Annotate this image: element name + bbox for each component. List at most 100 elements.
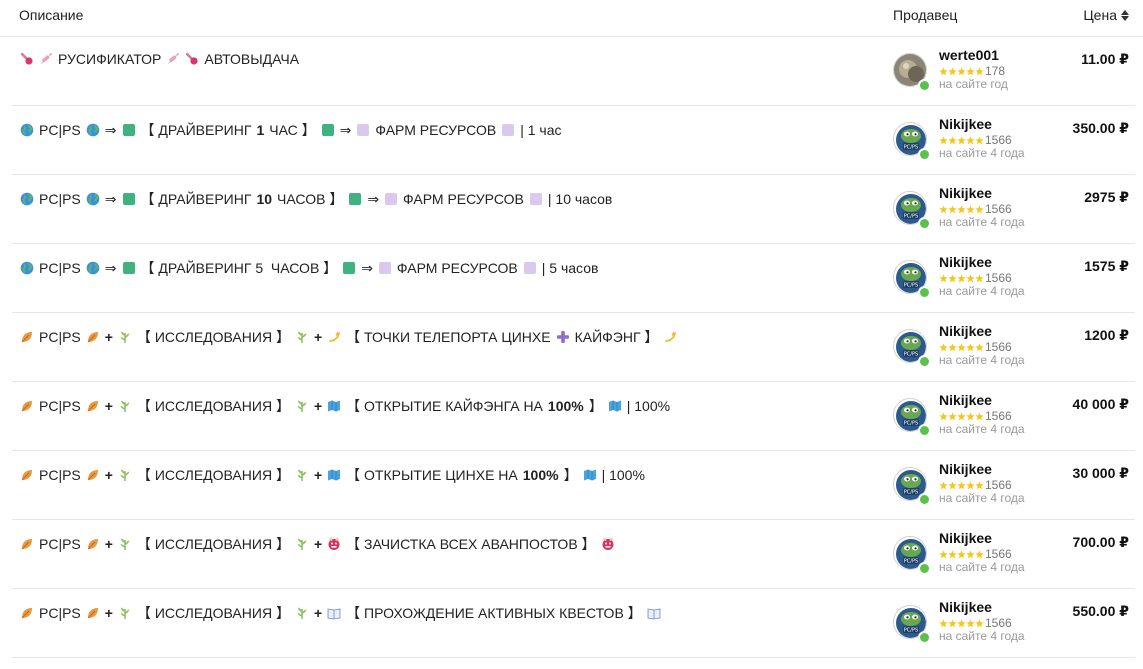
green-square-icon [122, 123, 136, 137]
header-price-sort[interactable]: Цена [1083, 7, 1129, 23]
description-text: 【 ЗАЧИСТКА ВСЕХ АВАНПОСТОВ 】 [346, 536, 596, 552]
seller-since: на сайте 4 года [939, 215, 1025, 229]
table-row[interactable]: PC|PS ⇒ 【 ДРАЙВЕРИНГ 1 ЧАС 】 ⇒ ФАРМ РЕСУРСОВ | … [12, 106, 1135, 175]
table-row[interactable]: РУСИФИКАТОР АВТОВЫДАЧА werte001 178 на сайте… [12, 37, 1135, 106]
svg-text:PC/PS: PC/PS [904, 490, 918, 496]
table-row[interactable]: PC|PS + 【 ИССЛЕДОВАНИЯ 】 + 【 ОТКРЫТИЕ КАЙФЭН… [12, 382, 1135, 451]
review-count: 1566 [985, 547, 1012, 561]
description-text: 【 ДРАЙВЕРИНГ [140, 122, 252, 138]
online-indicator [918, 217, 931, 230]
table-row[interactable]: PC|PS + 【 ИССЛЕДОВАНИЯ 】 + 【 ОТКРЫТИЕ ЦИНХЕ … [12, 451, 1135, 520]
review-count: 1566 [985, 478, 1012, 492]
comet-icon [185, 52, 199, 66]
svg-text:PC/PS: PC/PS [904, 421, 918, 427]
seller-name[interactable]: Nikijkee [939, 599, 992, 615]
leaf-icon [86, 330, 100, 344]
green-square-icon [321, 123, 335, 137]
seller-info[interactable]: PC/PS Nikijkee 1566 на сайте 4 года [893, 116, 1063, 166]
description-text: PC|PS [39, 329, 81, 345]
rating-stars-icon [939, 342, 984, 352]
description-text: 【 ИССЛЕДОВАНИЯ 】 [136, 329, 290, 345]
description-text: ⇒ [104, 121, 117, 138]
seller-name[interactable]: Nikijkee [939, 185, 992, 201]
description-text: 【 ИССЛЕДОВАНИЯ 】 [136, 605, 290, 621]
description-text: 】 [588, 398, 603, 414]
purple-square-icon [529, 192, 543, 206]
seller-info[interactable]: werte001 178 на сайте год [893, 47, 1063, 97]
description-text: 【 ИССЛЕДОВАНИЯ 】 [136, 536, 290, 552]
globe-icon [86, 261, 100, 275]
rating-stars-icon [939, 273, 984, 283]
description-text: ⇒ [104, 259, 117, 276]
description-text: PC|PS [39, 605, 81, 621]
seller-since: на сайте 4 года [939, 284, 1025, 298]
seller-info[interactable]: PC/PS Nikijkee 1566 на сайте 4 года [893, 530, 1063, 580]
seller-since: на сайте 4 года [939, 146, 1025, 160]
offer-price: 30 000 ₽ [1072, 465, 1129, 481]
leaf-icon [20, 468, 34, 482]
offer-description: PC|PS + 【 ИССЛЕДОВАНИЯ 】 + 【 ОТКРЫТИЕ КАЙФЭН… [20, 396, 880, 416]
syringe-icon [39, 52, 53, 66]
herb-icon [118, 468, 132, 482]
map-icon [583, 468, 597, 482]
description-text: ⇒ [367, 190, 380, 207]
herb-icon [295, 537, 309, 551]
dizzy-icon [327, 330, 341, 344]
globe-icon [20, 192, 34, 206]
table-row[interactable]: PC|PS ⇒ 【 ДРАЙВЕРИНГ 10 ЧАСОВ 】 ⇒ ФАРМ РЕСУРСО… [12, 175, 1135, 244]
description-bold: + [313, 536, 323, 552]
offer-price: 550.00 ₽ [1072, 603, 1129, 619]
seller-info[interactable]: PC/PS Nikijkee 1566 на сайте 4 года [893, 254, 1063, 304]
table-row[interactable]: PC|PS + 【 ИССЛЕДОВАНИЯ 】 + 【 ПРОХОЖДЕНИЕ АКТ… [12, 589, 1135, 658]
table-row[interactable]: PC|PS ⇒ 【 ДРАЙВЕРИНГ 5 ЧАСОВ 】 ⇒ ФАРМ РЕСУРС… [12, 244, 1135, 313]
seller-name[interactable]: Nikijkee [939, 530, 992, 546]
description-bold: + [104, 329, 113, 345]
review-count: 1566 [985, 271, 1012, 285]
seller-rating: 1566 [939, 409, 1012, 423]
herb-icon [295, 330, 309, 344]
description-bold: + [313, 467, 323, 483]
book-icon [327, 606, 341, 620]
offer-description: РУСИФИКАТОР АВТОВЫДАЧА [20, 51, 880, 67]
description-text: PC|PS [39, 467, 81, 483]
offer-description: PC|PS ⇒ 【 ДРАЙВЕРИНГ 5 ЧАСОВ 】 ⇒ ФАРМ РЕСУРС… [20, 258, 880, 278]
offer-price: 2975 ₽ [1084, 189, 1129, 205]
purple-square-icon [378, 261, 392, 275]
sort-icon [1121, 9, 1129, 21]
seller-rating: 1566 [939, 547, 1012, 561]
description-bold: 100% [547, 398, 584, 414]
seller-info[interactable]: PC/PS Nikijkee 1566 на сайте 4 года [893, 392, 1063, 442]
leaf-icon [20, 399, 34, 413]
description-text: ФАРМ РЕСУРСОВ [396, 260, 518, 276]
seller-name[interactable]: werte001 [939, 47, 999, 63]
seller-name[interactable]: Nikijkee [939, 392, 992, 408]
seller-name[interactable]: Nikijkee [939, 323, 992, 339]
seller-rating: 1566 [939, 202, 1012, 216]
description-text: ЧАСОВ 】 [277, 191, 344, 207]
seller-name[interactable]: Nikijkee [939, 461, 992, 477]
rating-stars-icon [939, 480, 984, 490]
seller-info[interactable]: PC/PS Nikijkee 1566 на сайте 4 года [893, 599, 1063, 649]
svg-text:PC/PS: PC/PS [904, 145, 918, 151]
offer-description: PC|PS + 【 ИССЛЕДОВАНИЯ 】 + 【 ПРОХОЖДЕНИЕ АКТ… [20, 603, 880, 623]
rating-stars-icon [939, 411, 984, 421]
seller-info[interactable]: PC/PS Nikijkee 1566 на сайте 4 года [893, 461, 1063, 511]
seller-name[interactable]: Nikijkee [939, 254, 992, 270]
green-square-icon [122, 261, 136, 275]
review-count: 1566 [985, 616, 1012, 630]
description-bold: + [104, 536, 113, 552]
seller-info[interactable]: PC/PS Nikijkee 1566 на сайте 4 года [893, 185, 1063, 235]
table-row[interactable]: PC|PS + 【 ИССЛЕДОВАНИЯ 】 + 【 ТОЧКИ ТЕЛЕПОРТА… [12, 313, 1135, 382]
description-text: 【 ПРОХОЖДЕНИЕ АКТИВНЫХ КВЕСТОВ 】 [346, 605, 642, 621]
offer-price: 350.00 ₽ [1072, 120, 1129, 136]
description-text: PC|PS [39, 260, 81, 276]
seller-name[interactable]: Nikijkee [939, 116, 992, 132]
seller-rating: 1566 [939, 133, 1012, 147]
globe-icon [86, 192, 100, 206]
description-text: | 5 часов [541, 260, 599, 276]
table-row[interactable]: PC|PS + 【 ИССЛЕДОВАНИЯ 】 + 【 ЗАЧИСТКА ВСЕХ А… [12, 520, 1135, 589]
seller-info[interactable]: PC/PS Nikijkee 1566 на сайте 4 года [893, 323, 1063, 373]
description-text: РУСИФИКАТОР [58, 51, 162, 67]
green-square-icon [122, 192, 136, 206]
description-text: ⇒ [339, 121, 352, 138]
